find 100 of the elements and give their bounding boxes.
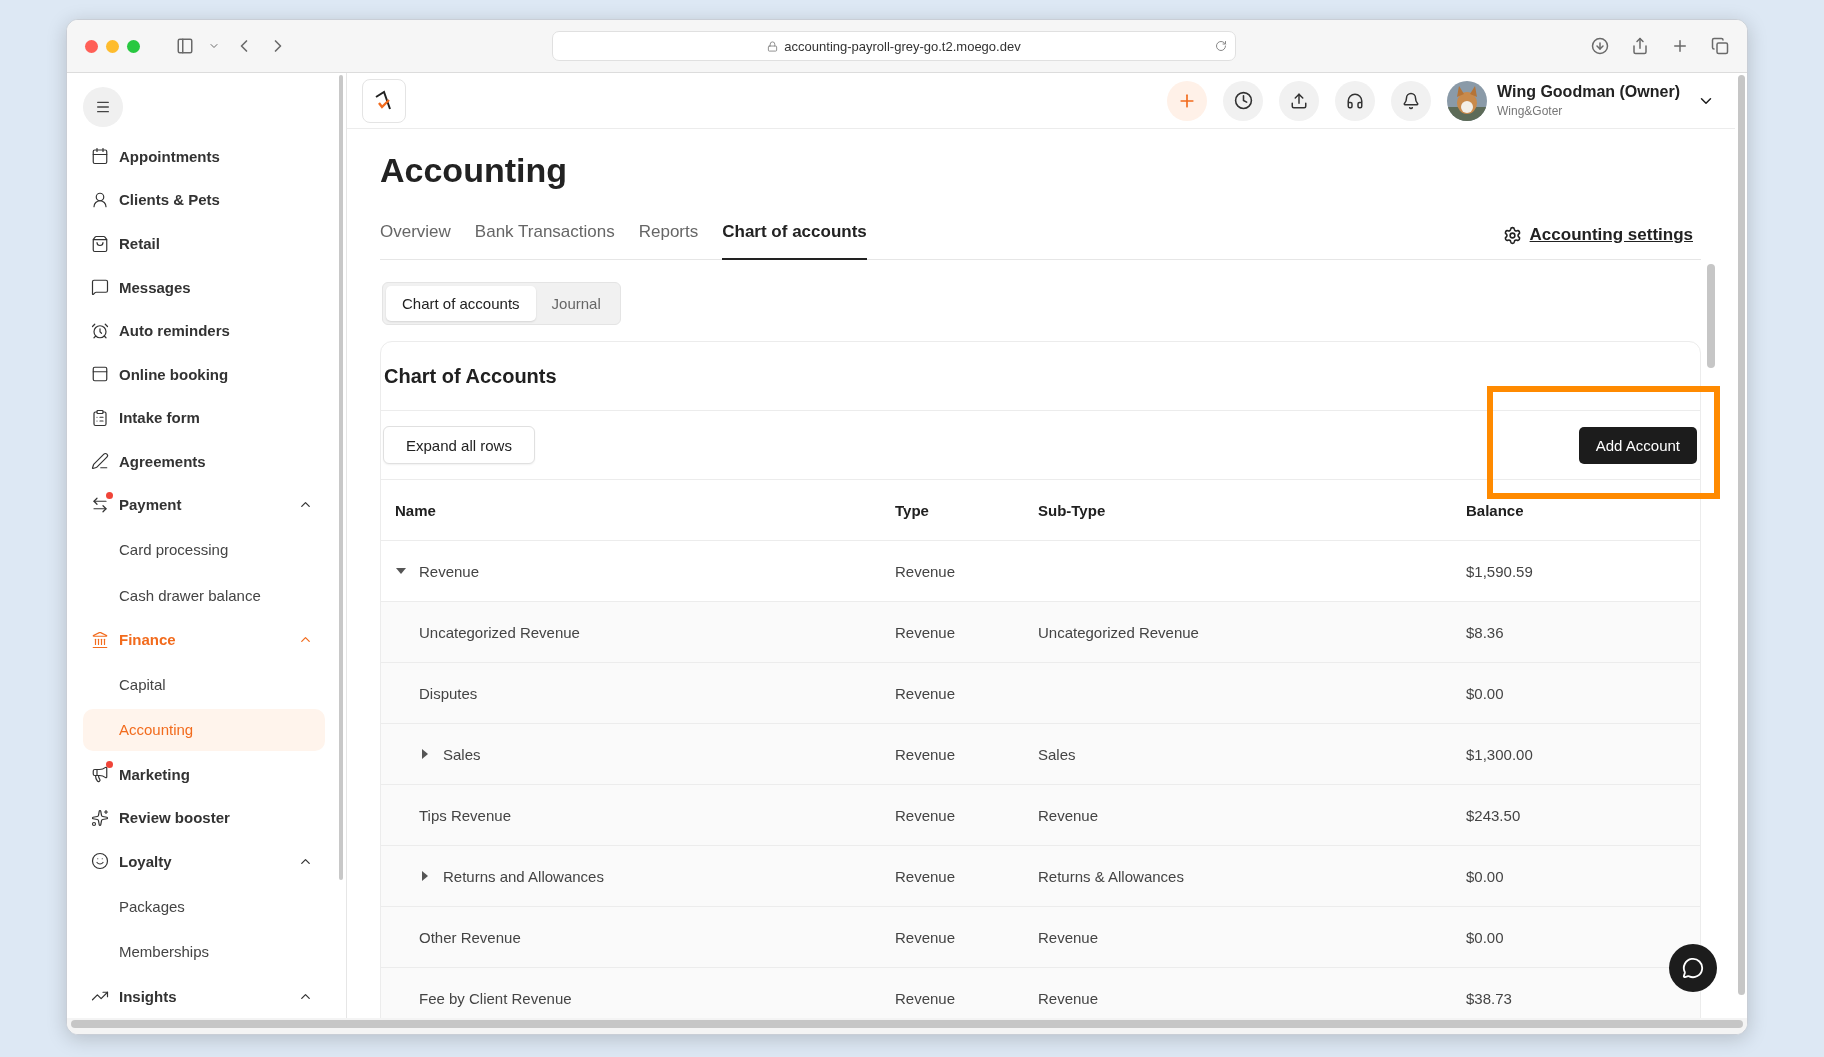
bank-icon [91, 630, 109, 649]
bag-icon [91, 234, 109, 253]
table-cell-text: Revenue [1038, 928, 1100, 946]
settings-icon [1502, 225, 1522, 245]
column-header: Type [895, 501, 930, 519]
bell-icon [1402, 91, 1420, 110]
account-name: Uncategorized Revenue [419, 623, 580, 641]
view-option[interactable]: Chart of accounts [386, 286, 536, 321]
account-name: Tips Revenue [419, 806, 511, 824]
reload-icon[interactable] [1215, 40, 1227, 52]
account-name: Revenue [419, 562, 480, 580]
table-cell-text: Revenue [895, 623, 957, 641]
address-bar[interactable]: accounting-payroll-grey-go.t2.moego.dev [552, 31, 1236, 61]
sidebar-subitem[interactable]: Capital [83, 663, 325, 705]
table-cell-text: Uncategorized Revenue [1038, 623, 1200, 641]
page-title: Accounting [380, 151, 568, 190]
column-header: Balance [1466, 501, 1525, 519]
sidebar-toggle-icon[interactable] [176, 37, 194, 55]
table-cell-text: $1,590.59 [1466, 562, 1534, 580]
sidebar-subitem[interactable]: Card processing [83, 528, 325, 571]
chat-button[interactable] [1669, 944, 1717, 992]
account-name: Disputes [419, 684, 478, 702]
sidebar-item[interactable]: Payment [83, 483, 325, 527]
add-account-button[interactable]: Add Account [1578, 426, 1697, 464]
headset-button[interactable] [1335, 80, 1375, 121]
account-name: Fee by Client Revenue [419, 989, 572, 1007]
user-name: Wing Goodman (Owner) [1497, 83, 1681, 101]
clock-button[interactable] [1223, 80, 1263, 121]
upload-button[interactable] [1279, 80, 1319, 121]
tab[interactable]: Bank Transactions [474, 222, 615, 260]
sidebar-item[interactable]: Appointments [83, 134, 325, 179]
column-header: Name [395, 501, 437, 519]
download-icon[interactable] [1591, 37, 1609, 55]
pen-icon [91, 452, 109, 471]
sidebar-item[interactable]: Clients & Pets [83, 178, 325, 222]
sidebar-item[interactable]: Review booster [83, 796, 325, 840]
sidebar-item[interactable]: Auto reminders [83, 308, 325, 353]
table-cell-text: Returns & Allowances [1038, 867, 1185, 885]
sidebar-item[interactable]: Online booking [83, 352, 325, 396]
sidebar-item[interactable]: Messages [83, 265, 325, 309]
table-cell-text: Revenue [1038, 806, 1100, 824]
sidebar-subitem[interactable]: Memberships [83, 930, 325, 973]
tab[interactable]: Overview [380, 222, 451, 260]
table-cell-text: $0.00 [1466, 928, 1505, 946]
sidebar-item[interactable]: Loyalty [83, 839, 325, 884]
expand-all-button[interactable]: Expand all rows [383, 426, 535, 464]
close-window-button[interactable] [85, 39, 98, 53]
account-name: Returns and Allowances [443, 867, 604, 885]
table-cell-text: $243.50 [1466, 806, 1522, 824]
sidebar-scrollbar[interactable] [339, 75, 343, 880]
user-icon [91, 190, 109, 209]
menu-button[interactable] [83, 87, 123, 127]
page-scrollbar[interactable] [1737, 75, 1745, 995]
card-title: Chart of Accounts [381, 342, 1700, 411]
share-icon[interactable] [1631, 37, 1649, 55]
table-cell-text: Revenue [895, 989, 957, 1007]
message-icon [91, 278, 109, 297]
sidebar-subitem[interactable]: Packages [83, 885, 325, 927]
table-cell-text: Revenue [1038, 989, 1100, 1007]
sidebar-item[interactable]: Intake form [83, 396, 325, 440]
smile-icon [91, 852, 109, 871]
table-cell-text: $0.00 [1466, 684, 1505, 702]
account-name: Sales [443, 745, 481, 763]
sidebar-item[interactable]: Insights [83, 974, 325, 1018]
tab[interactable]: Chart of accounts [722, 222, 867, 260]
table-cell-text: $0.00 [1466, 867, 1505, 885]
table-cell-text: Revenue [895, 745, 957, 763]
table-cell-text: $38.73 [1466, 989, 1513, 1007]
notifications-button[interactable] [1391, 80, 1431, 121]
sidebar-item[interactable]: Marketing [83, 752, 325, 797]
sidebar-item[interactable]: Agreements [83, 439, 325, 484]
business-name: Wing&Goter [1497, 104, 1564, 118]
tab[interactable]: Reports [638, 222, 699, 260]
table-cell-text: $8.36 [1466, 623, 1505, 641]
table-cell-text: Revenue [895, 867, 957, 885]
url-text: accounting-payroll-grey-go.t2.moego.dev [784, 38, 1021, 54]
lock-icon [767, 40, 779, 52]
new-tab-icon[interactable] [1671, 37, 1689, 55]
alarm-clock-icon [91, 321, 109, 340]
table-cell-text: $1,300.00 [1466, 745, 1534, 763]
chat-icon [1682, 957, 1704, 979]
sidebar-item[interactable]: Retail [83, 221, 325, 266]
table-cell-text: Sales [1038, 745, 1077, 763]
clipboard-icon [91, 408, 109, 427]
sidebar-subitem[interactable]: Cash drawer balance [83, 574, 325, 616]
column-header: Sub-Type [1038, 501, 1107, 519]
table-cell-text: Revenue [895, 806, 957, 824]
settings-link[interactable]: Accounting settings [1502, 225, 1693, 259]
calendar-icon [91, 147, 109, 166]
table-cell-text: Revenue [895, 562, 957, 580]
tabs-overview-icon[interactable] [1711, 37, 1729, 55]
headset-icon [1346, 91, 1364, 110]
table-cell-text: Revenue [895, 684, 957, 702]
browser-window-icon [91, 365, 109, 384]
content-scrollbar[interactable] [1707, 264, 1715, 368]
logo[interactable] [362, 78, 406, 123]
clock-icon [1233, 91, 1253, 110]
view-option[interactable]: Journal [535, 286, 617, 321]
sparkles-icon [91, 808, 109, 827]
horizontal-scrollbar[interactable] [71, 1020, 1743, 1028]
